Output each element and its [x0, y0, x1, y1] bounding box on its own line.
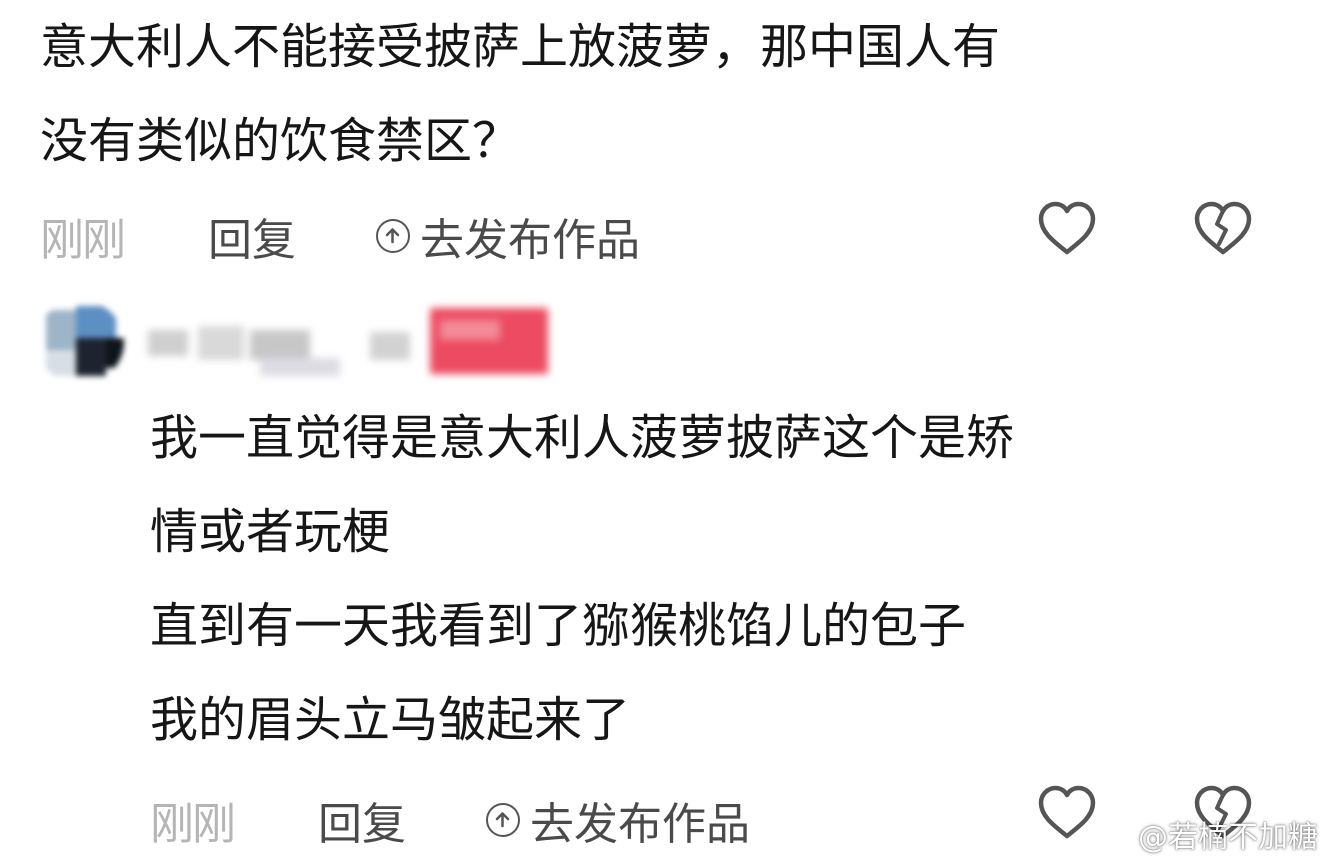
comment-2-publish-button[interactable]: 去发布作品 — [486, 788, 750, 852]
comment-1-reply-button[interactable]: 回复 — [208, 204, 296, 268]
heart-outline-icon[interactable] — [1036, 784, 1098, 842]
comment-2-timestamp: 刚刚 — [150, 799, 236, 850]
comment-2-text: 我一直觉得是意大利人菠萝披萨这个是矫 情或者玩梗 直到有一天我看到了猕猴桃馅儿的… — [150, 391, 1014, 767]
comment-2-line-1: 我一直觉得是意大利人菠萝披萨这个是矫 — [150, 410, 1015, 466]
username-redacted[interactable] — [140, 308, 560, 386]
comment-1-publish-label: 去发布作品 — [420, 215, 640, 266]
comment-2-reply-button[interactable]: 回复 — [318, 788, 406, 852]
comment-1-timestamp: 刚刚 — [40, 215, 126, 266]
comment-1-meta-row: 刚刚 回复 去发布作品 — [0, 200, 1300, 266]
arrow-up-circle-icon — [486, 803, 520, 837]
broken-heart-icon[interactable] — [1192, 200, 1254, 258]
comment-1-publish-button[interactable]: 去发布作品 — [376, 204, 640, 268]
comment-1-line-2: 没有类似的饮食禁区？ — [40, 113, 521, 169]
arrow-up-circle-icon — [376, 219, 410, 253]
comment-1-line-1: 意大利人不能接受披萨上放菠萝，那中国人有 — [40, 19, 1001, 75]
avatar[interactable] — [36, 302, 124, 382]
comment-2-line-3: 直到有一天我看到了猕猴桃馅儿的包子 — [150, 598, 967, 654]
comment-1-text: 意大利人不能接受披萨上放菠萝，那中国人有 没有类似的饮食禁区？ — [40, 0, 1000, 188]
comment-2-publish-label: 去发布作品 — [530, 799, 750, 850]
watermark: @若楠不加糖 — [1098, 812, 1318, 856]
comment-2-line-2: 情或者玩梗 — [150, 504, 391, 560]
watermark-text: @若楠不加糖 — [1138, 820, 1318, 855]
heart-outline-icon[interactable] — [1036, 200, 1098, 258]
comment-2-line-4: 我的眉头立马皱起来了 — [150, 692, 631, 748]
weibo-logo-icon — [1098, 821, 1133, 849]
